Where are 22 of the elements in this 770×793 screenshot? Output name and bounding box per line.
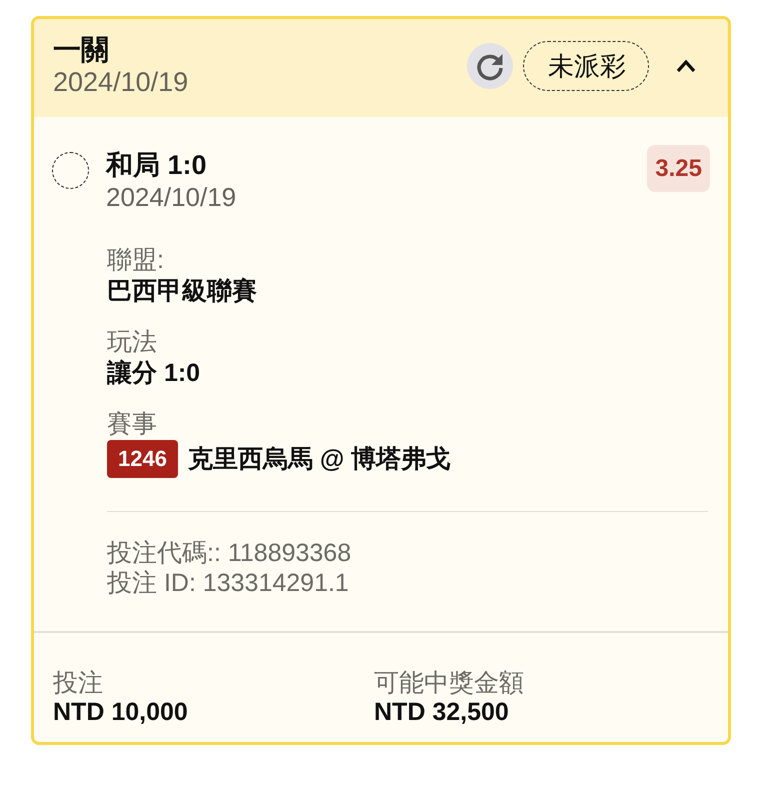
field-value: 讓分 1:0 (107, 358, 202, 389)
event-number-tag: 1246 (107, 440, 178, 478)
event-name: 克里西烏馬 @ 博塔弗戈 (188, 444, 452, 474)
amount-label: 投注 (53, 668, 104, 698)
bet-code: 投注 ID: 133314291.1 (107, 568, 350, 598)
refresh-icon[interactable] (467, 43, 513, 89)
empty-circle-icon[interactable] (52, 152, 89, 189)
amount-label: 可能中獎金額 (374, 668, 525, 698)
field-value: 巴西甲級聯賽 (107, 276, 258, 307)
ticket-title: 一關 (53, 34, 110, 66)
selection-date: 2024/10/19 (106, 181, 238, 213)
field-label: 玩法 (107, 327, 158, 358)
chevron-up-icon[interactable] (676, 59, 696, 73)
amount-value: NTD 10,000 (53, 698, 189, 726)
selection-name: 和局 1:0 (106, 149, 208, 181)
bet-code: 投注代碼:: 118893368 (107, 538, 352, 568)
odds-tag: 3.25 (647, 145, 710, 192)
ticket-date: 2024/10/19 (53, 66, 188, 98)
field-label: 賽事 (107, 409, 158, 440)
amount-value: NTD 32,500 (374, 698, 510, 726)
status-tag: 未派彩 (523, 41, 649, 91)
field-label: 聯盟: (107, 245, 165, 276)
